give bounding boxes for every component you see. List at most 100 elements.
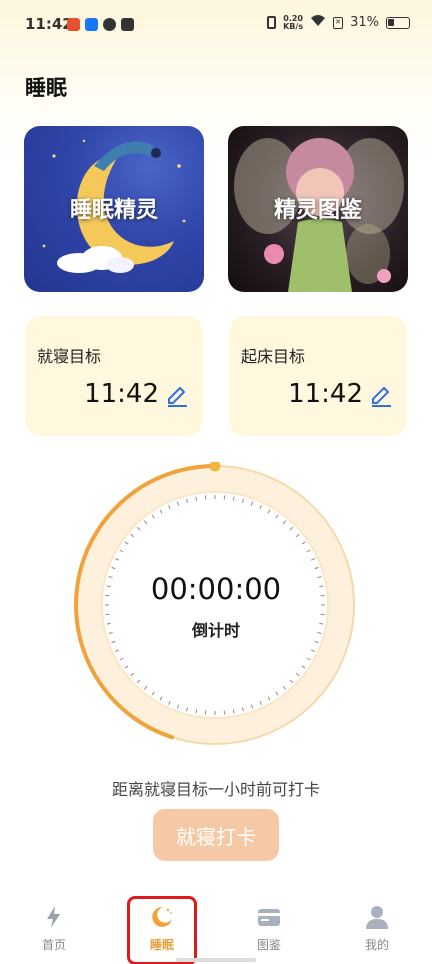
fairy-body (288, 219, 352, 292)
dial-tick (159, 509, 163, 514)
app-notification-icon (67, 18, 80, 31)
dial-tick (151, 691, 155, 696)
dial-tick (267, 696, 271, 701)
sleep-sprite-label: 睡眠精灵 (69, 198, 158, 223)
nav-item-atlas[interactable]: 图鉴 (234, 896, 304, 958)
dial-tick (115, 558, 120, 561)
alipay-notification-icon (85, 18, 98, 31)
dial-tick (143, 685, 148, 690)
bedtime-goal-label: 就寝目标 (37, 347, 102, 366)
dial-tick (111, 640, 116, 644)
edit-icon[interactable] (369, 383, 393, 407)
dial-tick (267, 509, 271, 514)
dial-tick (314, 566, 319, 570)
dial-tick (306, 549, 311, 553)
star (42, 244, 46, 248)
dial-tick (186, 498, 189, 503)
vibrate-icon (267, 16, 277, 29)
dial-tick (151, 514, 155, 519)
dial-tick (119, 657, 124, 661)
dial-tick (232, 709, 235, 714)
flower (377, 269, 391, 283)
dial-tick (130, 533, 135, 538)
card-icon (258, 909, 280, 926)
dial-tick (124, 665, 129, 669)
nav-item-home[interactable]: 首页 (19, 896, 89, 958)
dial-tick (314, 640, 319, 644)
nav-label-mine: 我的 (364, 938, 389, 952)
countdown-time: 00:00:00 (150, 572, 282, 606)
status-bar: 11:42 0.20 KB/s ✕ 31% (0, 0, 432, 52)
star (52, 154, 56, 158)
nav-label-home: 首页 (41, 938, 66, 952)
dial-tick (289, 526, 294, 531)
dial-tick (301, 665, 306, 669)
status-right: 0.20 KB/s ✕ 31% (267, 14, 410, 31)
wake-goal-label: 起床目标 (241, 347, 306, 366)
wake-goal-time: 11:42 (288, 379, 363, 409)
nav-label-atlas: 图鉴 (256, 938, 281, 952)
star (82, 139, 86, 143)
dial-tick (168, 505, 171, 510)
home-indicator (176, 958, 256, 962)
dial-tick (250, 501, 254, 506)
dial-tick (295, 672, 300, 677)
checkin-hint: 距离就寝目标一小时前可打卡 (111, 780, 320, 799)
sleep-sprite-card[interactable]: 睡眠精灵 (24, 126, 204, 292)
nightcap (94, 141, 154, 171)
dial-tick (259, 505, 262, 510)
dial-tick (186, 707, 189, 712)
dial-tick (259, 700, 262, 705)
mail-notification-icon (121, 18, 134, 31)
nav-item-sleep[interactable]: 睡眠 (127, 896, 197, 958)
wake-goal-card[interactable]: 起床目标 11:42 (229, 316, 407, 436)
dial-tick (195, 709, 198, 714)
dial-tick (232, 496, 235, 501)
battery-percent: 31% (350, 15, 379, 30)
dial-tick (136, 526, 141, 531)
dial-tick (111, 566, 116, 570)
bedtime-goal-time: 11:42 (84, 379, 159, 409)
dial-tick (176, 704, 180, 709)
nav-label-sleep: 睡眠 (149, 938, 174, 952)
sim-icon: ✕ (333, 16, 344, 29)
moon-icon (152, 906, 172, 927)
dial-tick (250, 704, 254, 709)
dial-tick (176, 501, 180, 506)
dial-tick (295, 533, 300, 538)
edit-icon[interactable] (165, 383, 189, 407)
dial-tick (124, 541, 129, 545)
dial-tick (241, 707, 244, 712)
dial-tick (301, 541, 306, 545)
dial-tick (159, 696, 163, 701)
bedtime-checkin-button[interactable]: 就寝打卡 (153, 809, 279, 861)
wifi-icon (310, 14, 326, 31)
person-icon (366, 906, 388, 929)
sprite-atlas-label: 精灵图鉴 (273, 198, 362, 223)
sprite-atlas-card[interactable]: 精灵图鉴 (228, 126, 408, 292)
dial-tick (115, 649, 120, 652)
dial-tick (306, 657, 311, 661)
dial-tick (195, 496, 198, 501)
dial-tick (241, 498, 244, 503)
dial-tick (143, 520, 148, 525)
flower (264, 244, 284, 264)
dial-tick (275, 514, 279, 519)
bedtime-goal-card[interactable]: 就寝目标 11:42 (25, 316, 203, 436)
battery-icon (386, 16, 410, 29)
dial-tick (282, 685, 287, 690)
dial-tick (119, 549, 124, 553)
net-speed-unit: KB/s (283, 21, 304, 31)
lightning-icon (47, 906, 60, 928)
link-notification-icon (103, 18, 116, 31)
dial-tick (168, 700, 171, 705)
nav-item-mine[interactable]: 我的 (342, 896, 412, 958)
countdown-label: 倒计时 (191, 621, 240, 640)
page-title: 睡眠 (25, 76, 67, 100)
dial-tick (136, 679, 141, 684)
net-speed: 0.20 KB/s (283, 14, 304, 31)
star (177, 164, 181, 168)
dial-tick (310, 649, 315, 652)
status-time: 11:42 (25, 15, 73, 33)
bottom-nav: 首页 睡眠 图鉴 我的 (0, 890, 432, 964)
